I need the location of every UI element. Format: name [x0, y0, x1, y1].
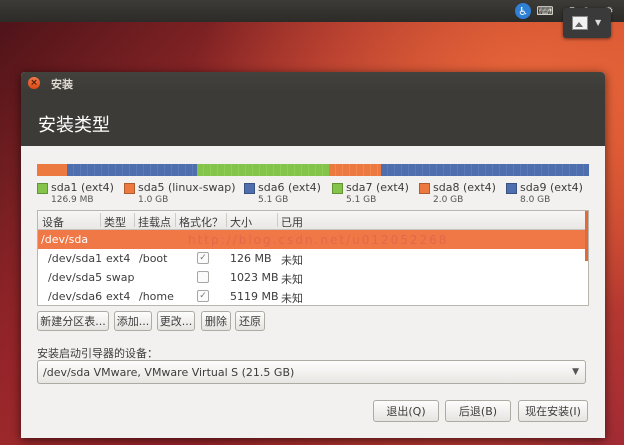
- device-group-label: /dev/sda: [41, 233, 89, 246]
- legend-size: 126.9 MB: [51, 195, 94, 205]
- format-checkbox[interactable]: [197, 271, 209, 283]
- cell-size: 5119 MB: [230, 290, 279, 303]
- close-button[interactable]: ×: [28, 77, 40, 89]
- cell-used: 未知: [281, 292, 303, 305]
- column-header-format[interactable]: 格式化？: [179, 214, 223, 230]
- legend-name: sda1 (ext4): [51, 181, 114, 194]
- cell-device: /dev/sda5: [48, 271, 103, 284]
- quit-button[interactable]: 退出(Q): [373, 400, 439, 422]
- column-divider: [226, 213, 227, 227]
- column-divider: [134, 213, 135, 227]
- legend-size: 1.0 GB: [138, 195, 169, 205]
- legend-name: sda8 (ext4): [433, 181, 496, 194]
- cell-size: 1023 MB: [230, 271, 279, 284]
- column-header-mount[interactable]: 挂载点: [138, 214, 171, 230]
- partition-segment-sda1: [37, 164, 67, 176]
- install-now-button[interactable]: 现在安装(I): [518, 400, 588, 422]
- legend-name: sda9 (ext4): [520, 181, 583, 194]
- legend-size: 5.1 GB: [346, 195, 377, 205]
- top-panel: ♿ ⌨ ▮ 🔈 ⚙: [0, 0, 624, 22]
- bootloader-device-select[interactable]: /dev/sda VMware, VMware Virtual S (21.5 …: [37, 360, 586, 384]
- accessibility-icon[interactable]: ♿: [515, 3, 531, 19]
- cell-mount: /home: [139, 290, 174, 303]
- legend-name: sda5 (linux-swap): [138, 181, 236, 194]
- partition-table[interactable]: 设备 类型 挂载点 格式化？ 大小 已用 /dev/sda /dev/sda1 …: [37, 210, 589, 306]
- notification-bubble[interactable]: ▼: [563, 8, 611, 38]
- format-checkbox[interactable]: ✓: [197, 290, 209, 302]
- change-partition-button[interactable]: 更改...: [157, 311, 195, 331]
- legend-name: sda6 (ext4): [258, 181, 321, 194]
- legend-swatch: [124, 183, 135, 194]
- page-title: 安装类型: [38, 115, 110, 136]
- legend-swatch: [506, 183, 517, 194]
- partition-segment-sda6: [197, 164, 329, 176]
- column-header-device[interactable]: 设备: [42, 214, 64, 230]
- page-header: 安装类型: [21, 94, 605, 146]
- chevron-down-icon: ▼: [595, 18, 602, 27]
- keyboard-icon[interactable]: ⌨: [536, 3, 553, 19]
- column-divider: [100, 213, 101, 227]
- column-header-type[interactable]: 类型: [104, 214, 126, 230]
- window-title: 安装: [51, 78, 73, 91]
- cell-mount: /boot: [139, 252, 168, 265]
- table-row[interactable]: /dev/sda6 ext4 /home ✓ 5119 MB 未知: [38, 287, 588, 305]
- legend-name: sda7 (ext4): [346, 181, 409, 194]
- legend-swatch: [244, 183, 255, 194]
- partition-segment-sda8: [381, 164, 589, 176]
- cell-device: /dev/sda6: [48, 290, 103, 303]
- chevron-down-icon: ▼: [572, 367, 579, 377]
- cell-device: /dev/sda1: [48, 252, 103, 265]
- partition-segment-sda5: [67, 164, 197, 176]
- bootloader-label: 安装启动引导器的设备：: [37, 347, 158, 360]
- delete-partition-button[interactable]: 删除: [201, 311, 231, 331]
- column-header-size[interactable]: 大小: [230, 214, 252, 230]
- cell-used: 未知: [281, 273, 303, 286]
- format-checkbox[interactable]: ✓: [197, 252, 209, 264]
- cell-used: 未知: [281, 254, 303, 267]
- legend-swatch: [419, 183, 430, 194]
- cell-size: 126 MB: [230, 252, 272, 265]
- new-partition-table-button[interactable]: 新建分区表...: [37, 311, 109, 331]
- legend-size: 2.0 GB: [433, 195, 464, 205]
- partition-bar: [37, 164, 589, 176]
- column-divider: [175, 213, 176, 227]
- cell-type: ext4: [106, 290, 131, 303]
- partition-legend: sda1 (ext4) 126.9 MB sda5 (linux-swap) 1…: [37, 181, 597, 207]
- legend-swatch: [332, 183, 343, 194]
- table-row[interactable]: /dev/sda1 ext4 /boot ✓ 126 MB 未知: [38, 249, 588, 268]
- installer-window: × 安装 安装类型 sda1 (ext4) 126.9 MB sda5 (lin…: [21, 72, 605, 438]
- back-button[interactable]: 后退(B): [445, 400, 511, 422]
- table-row[interactable]: /dev/sda5 swap 1023 MB 未知: [38, 268, 588, 287]
- title-bar: × 安装: [21, 72, 605, 94]
- scrollbar[interactable]: [585, 211, 588, 261]
- legend-size: 8.0 GB: [520, 195, 551, 205]
- column-divider: [277, 213, 278, 227]
- legend-swatch: [37, 183, 48, 194]
- watermark-text: http://blog.csdn.net/u012052268: [188, 233, 449, 247]
- add-partition-button[interactable]: 添加...: [114, 311, 152, 331]
- table-header: 设备 类型 挂载点 格式化？ 大小 已用: [38, 211, 588, 230]
- revert-button[interactable]: 还原: [235, 311, 265, 331]
- cell-type: ext4: [106, 252, 131, 265]
- partition-segment-sda7: [329, 164, 381, 176]
- legend-size: 5.1 GB: [258, 195, 289, 205]
- bootloader-device-value: /dev/sda VMware, VMware Virtual S (21.5 …: [43, 366, 295, 379]
- cell-type: swap: [106, 271, 135, 284]
- image-icon: [572, 16, 588, 30]
- column-header-used[interactable]: 已用: [281, 214, 303, 230]
